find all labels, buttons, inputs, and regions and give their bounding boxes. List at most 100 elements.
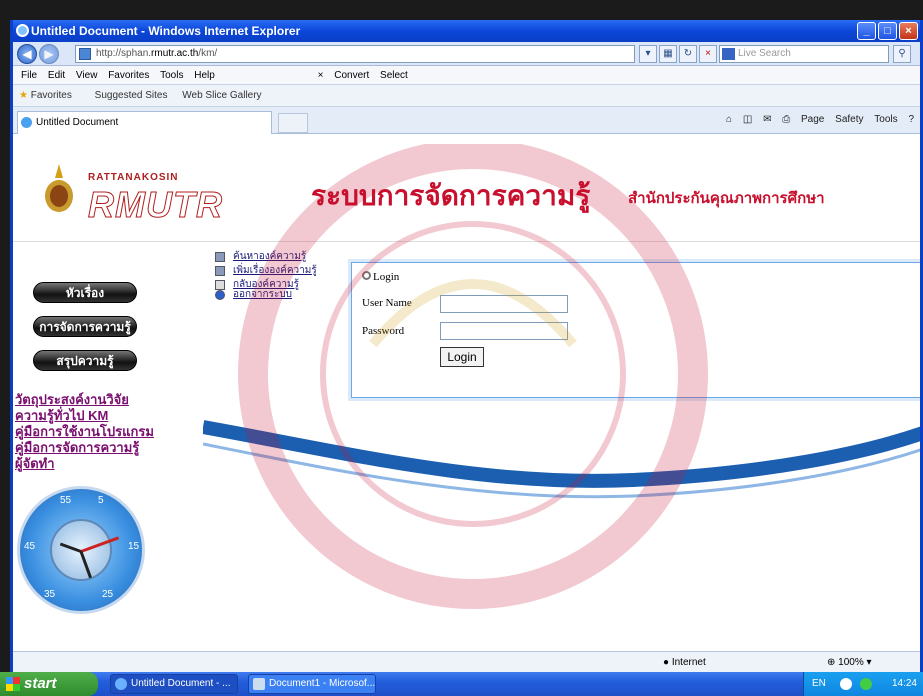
- tab-bar: Untitled Document ⌂ ◫ ✉ ⎙ Page Safety To…: [13, 107, 920, 134]
- clock-number: 55: [60, 495, 72, 506]
- zone-indicator: ● Internet: [663, 657, 706, 668]
- mail-icon[interactable]: ✉: [763, 114, 771, 125]
- link-authors[interactable]: ผู้จัดทำ: [15, 456, 200, 472]
- pill-summary[interactable]: สรุปความรู้: [33, 350, 137, 371]
- language-indicator[interactable]: EN: [812, 672, 826, 696]
- title-bar[interactable]: Untitled Document - Windows Internet Exp…: [13, 20, 920, 42]
- menu-help[interactable]: Help: [194, 70, 215, 81]
- page-icon: [79, 48, 91, 60]
- username-field[interactable]: [440, 295, 568, 313]
- convert-button[interactable]: Convert: [334, 70, 369, 81]
- url-host: rmutr.ac.th: [151, 48, 199, 59]
- menu-search-knowledge[interactable]: ค้นหาองค์ความรู้: [211, 250, 341, 264]
- main-panel: ค้นหาองค์ความรู้ เพิ่มเรื่ององค์ความรู้ …: [203, 242, 920, 655]
- link-general-km[interactable]: ความรู้ทั่วไป KM: [15, 408, 200, 424]
- ie-task-icon: [115, 678, 127, 690]
- menu-add-knowledge[interactable]: เพิ่มเรื่ององค์ความรู้: [211, 264, 341, 278]
- tray-security-icon[interactable]: [860, 678, 872, 690]
- clock-widget: 55 5 45 15 35 25: [17, 486, 145, 614]
- menu-tools[interactable]: Tools: [160, 70, 183, 81]
- dropdown-icon[interactable]: ▾: [639, 45, 657, 63]
- tray-network-icon[interactable]: [840, 678, 852, 690]
- page-menu[interactable]: Page: [801, 114, 824, 125]
- window-title: Untitled Document - Windows Internet Exp…: [31, 24, 301, 38]
- tools-menu[interactable]: Tools: [874, 114, 897, 125]
- main-menu: ค้นหาองค์ความรู้ เพิ่มเรื่ององค์ความรู้ …: [211, 250, 341, 302]
- new-tab-button[interactable]: [278, 113, 308, 133]
- home-icon[interactable]: ⌂: [726, 114, 732, 125]
- toolbar-close-icon[interactable]: ×: [318, 70, 324, 81]
- brand-top-text: RATTANAKOSIN: [88, 172, 179, 183]
- url-prefix: http://sphan.: [96, 48, 152, 59]
- start-button[interactable]: start: [0, 672, 98, 696]
- pill-km[interactable]: การจัดการความรู้: [33, 316, 137, 337]
- password-label: Password: [362, 325, 405, 337]
- tab-untitled-document[interactable]: Untitled Document: [17, 111, 272, 134]
- windows-flag-icon: [6, 677, 20, 691]
- forward-button[interactable]: ▶: [39, 44, 59, 64]
- menu-favorites[interactable]: Favorites: [108, 70, 149, 81]
- zoom-control[interactable]: ⊕ 100% ▾: [827, 652, 872, 672]
- username-label: User Name: [362, 297, 412, 309]
- link-km-manual[interactable]: คู่มือการจัดการความรู้: [15, 440, 200, 456]
- sidebar-links: วัตถุประสงค์งานวิจัย ความรู้ทั่วไป KM คู…: [15, 392, 200, 472]
- menu-file[interactable]: File: [21, 70, 37, 81]
- help-icon[interactable]: ?: [908, 114, 914, 125]
- clock-number: 15: [128, 541, 140, 552]
- address-bar-row: ◀ ▶ http://sphan.rmutr.ac.th/km/ ▾ ▦ ↻ ×…: [13, 42, 920, 66]
- clock-number: 25: [102, 589, 114, 600]
- star-icon: ★: [19, 90, 28, 101]
- ie-logo-icon: [16, 24, 29, 37]
- feeds-icon[interactable]: ◫: [743, 114, 752, 125]
- pill-topic[interactable]: หัวเรื่อง: [33, 282, 137, 303]
- page-content: RATTANAKOSIN RMUTR ระบบการจัดการความรู้ …: [13, 134, 920, 655]
- safety-menu[interactable]: Safety: [835, 114, 863, 125]
- select-button[interactable]: Select: [380, 70, 408, 81]
- clock-number: 45: [24, 541, 36, 552]
- task-word-window[interactable]: Document1 - Microsof...: [248, 674, 376, 694]
- search-input[interactable]: Live Search: [719, 45, 889, 63]
- favorites-bar: ★ Favorites Suggested Sites Web Slice Ga…: [13, 85, 920, 107]
- password-field[interactable]: [440, 322, 568, 340]
- refresh-icon[interactable]: ↻: [679, 45, 697, 63]
- stop-icon[interactable]: ×: [699, 45, 717, 63]
- minimize-button[interactable]: _: [857, 22, 876, 40]
- web-slice-gallery-link[interactable]: Web Slice Gallery: [182, 90, 261, 101]
- search-placeholder: Live Search: [738, 48, 791, 59]
- login-button[interactable]: Login: [440, 347, 484, 367]
- login-title: Login: [362, 271, 399, 283]
- status-bar: ● Internet ⊕ 100% ▾: [13, 651, 920, 672]
- url-path: /km/: [198, 48, 218, 59]
- link-program-manual[interactable]: คู่มือการใช้งานโปรแกรม: [15, 424, 200, 440]
- system-tray: EN 14:24: [803, 672, 923, 696]
- add-doc-icon: [215, 266, 225, 276]
- task-ie-window[interactable]: Untitled Document - ...: [110, 674, 238, 694]
- command-bar: ⌂ ◫ ✉ ⎙ Page Safety Tools ?: [718, 114, 914, 125]
- compat-view-icon[interactable]: ▦: [659, 45, 677, 63]
- print-icon[interactable]: ⎙: [782, 114, 790, 125]
- tab-ie-icon: [21, 117, 32, 128]
- menu-logout[interactable]: ออกจากระบบ: [211, 288, 341, 302]
- menu-edit[interactable]: Edit: [48, 70, 65, 81]
- login-box: Login User Name Password Login: [351, 262, 920, 398]
- taskbar: start Untitled Document - ... Document1 …: [0, 672, 923, 696]
- suggested-sites-link[interactable]: Suggested Sites: [95, 90, 168, 101]
- menu-view[interactable]: View: [76, 70, 98, 81]
- search-icon[interactable]: ⚲: [893, 45, 911, 63]
- left-sidebar: หัวเรื่อง การจัดการความรู้ สรุปความรู้ ว…: [13, 242, 203, 655]
- address-input[interactable]: http://sphan.rmutr.ac.th/km/: [75, 45, 635, 63]
- desktop: Untitled Document - Windows Internet Exp…: [0, 0, 923, 696]
- link-research-objective[interactable]: วัตถุประสงค์งานวิจัย: [15, 392, 200, 408]
- maximize-button[interactable]: □: [878, 22, 897, 40]
- close-button[interactable]: ×: [899, 22, 918, 40]
- live-search-icon: [722, 48, 735, 60]
- brand-logo-text: RMUTR: [88, 184, 223, 226]
- menu-bar: File Edit View Favorites Tools Help × Co…: [13, 66, 920, 85]
- help-circle-icon: [215, 290, 225, 300]
- database-icon: [215, 252, 225, 262]
- system-subtitle: สำนักประกันคุณภาพการศึกษา: [628, 190, 825, 207]
- clock-number: 5: [98, 495, 104, 506]
- back-button[interactable]: ◀: [17, 44, 37, 64]
- tab-title: Untitled Document: [36, 117, 119, 128]
- favorites-button[interactable]: Favorites: [31, 90, 72, 101]
